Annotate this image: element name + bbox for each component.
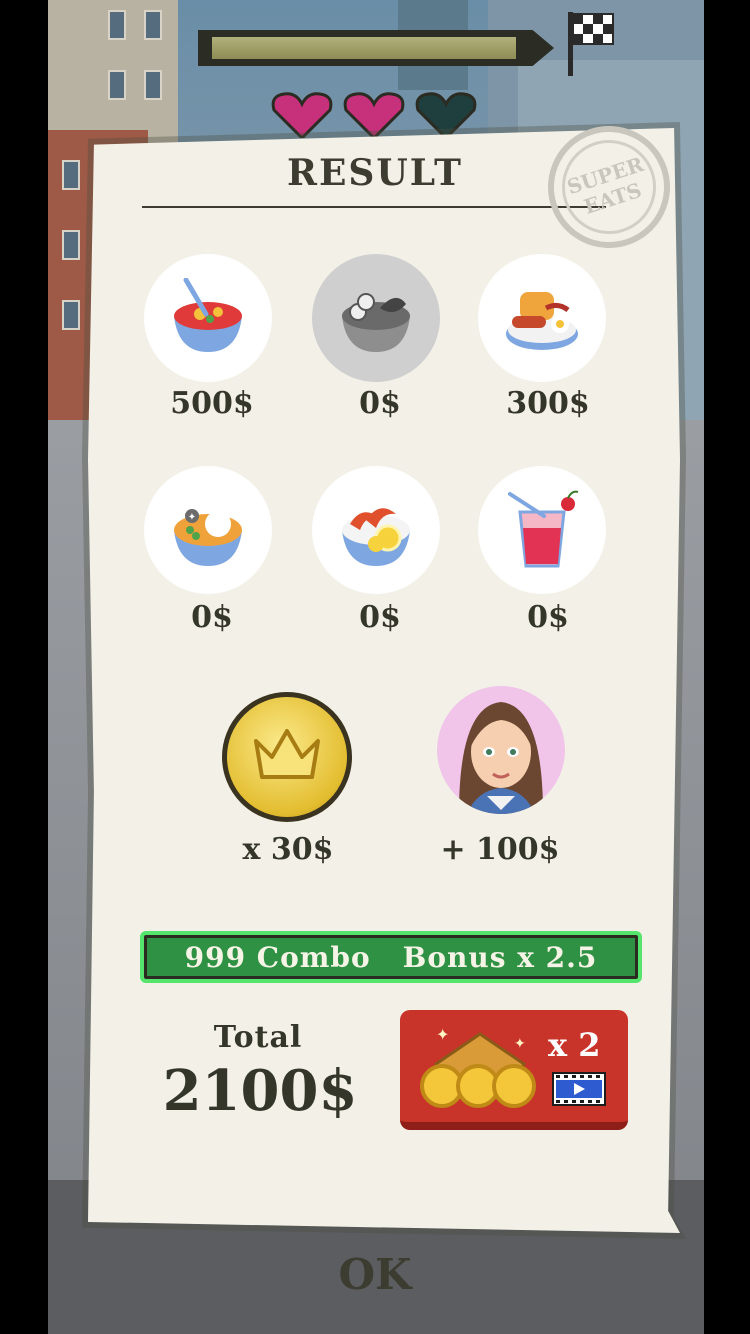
window	[144, 70, 162, 100]
food-item-shrimp	[312, 466, 440, 594]
shrimp-plate-icon	[342, 508, 410, 566]
total-label: Total	[213, 1020, 303, 1055]
customer-portrait-icon	[459, 702, 543, 814]
coin-multiplier: x 30$	[242, 832, 334, 867]
food-price: 500$	[170, 386, 254, 421]
window	[108, 70, 126, 100]
food-price: 0$	[191, 600, 233, 635]
soup-bowl-icon	[174, 278, 242, 352]
breakfast-plate-icon	[506, 292, 578, 350]
double-multiplier: x 2	[548, 1026, 601, 1064]
food-price: 0$	[359, 386, 401, 421]
food-item-juice	[478, 466, 606, 594]
food-item-breakfast	[478, 254, 606, 382]
crown-coin	[222, 692, 352, 822]
crown-icon	[254, 729, 320, 779]
window	[144, 10, 162, 40]
curry-bowl-icon: ✦	[174, 509, 242, 566]
food-item-soup	[144, 254, 272, 382]
svg-text:✦: ✦	[188, 512, 196, 523]
food-item-curry: ✦	[144, 466, 272, 594]
level-progress-fill	[212, 37, 516, 59]
food-price: 0$	[527, 600, 569, 635]
bonus-multiplier: Bonus x 2.5	[402, 940, 598, 974]
window	[62, 230, 80, 260]
salad-bowl-icon	[342, 293, 410, 352]
heart-full-icon	[271, 92, 333, 138]
coin-pile-icon: ✦ ✦	[420, 1025, 536, 1108]
ok-button[interactable]: OK	[0, 1250, 750, 1299]
combo-count: 999 Combo	[184, 940, 371, 974]
juice-cup-icon	[508, 490, 579, 568]
combo-bonus-banner: 999 Combo Bonus x 2.5	[140, 931, 642, 983]
svg-text:✦: ✦	[436, 1025, 449, 1044]
video-ad-icon	[552, 1072, 606, 1106]
total-value: 2100$	[162, 1058, 358, 1124]
title-divider	[142, 206, 606, 208]
stamp-ring	[549, 127, 669, 247]
finish-flag-icon	[568, 12, 614, 76]
customer-avatar	[437, 686, 565, 814]
customer-bonus: + 100$	[440, 832, 560, 867]
window	[108, 10, 126, 40]
food-price: 300$	[506, 386, 590, 421]
food-item-salad	[312, 254, 440, 382]
svg-text:✦: ✦	[514, 1036, 526, 1052]
food-price: 0$	[359, 600, 401, 635]
window	[62, 300, 80, 330]
